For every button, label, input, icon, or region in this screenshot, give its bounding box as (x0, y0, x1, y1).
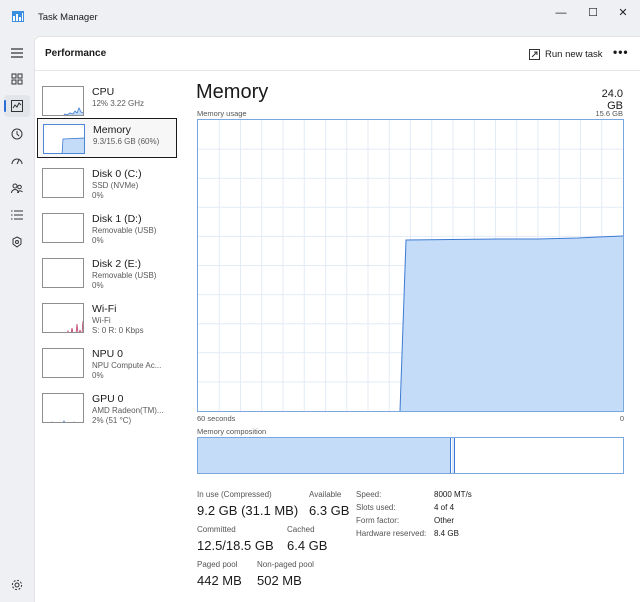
composition-in-use-segment (198, 438, 451, 473)
startup-apps-icon[interactable] (8, 152, 26, 170)
cpu-thumbnail-graph (42, 86, 84, 116)
memory-thumbnail-graph (43, 124, 85, 154)
details-icon[interactable] (8, 206, 26, 224)
device-item-wifi[interactable]: Wi-Fi Wi-Fi S: 0 R: 0 Kbps (37, 298, 177, 338)
device-name: Wi-Fi (92, 303, 117, 315)
disk-1-thumbnail-graph (42, 213, 84, 243)
slots-label: Slots used: (356, 503, 396, 512)
page-title: Performance (45, 48, 107, 59)
device-detail: Removable (USB) (92, 271, 157, 280)
device-name: Memory (93, 124, 131, 136)
close-button[interactable]: ✕ (608, 4, 638, 22)
settings-gear-icon[interactable] (8, 576, 26, 594)
device-detail: 12% 3.22 GHz (92, 99, 145, 108)
page-header: Performance Run new task ••• (35, 37, 640, 71)
device-detail: SSD (NVMe) (92, 181, 139, 190)
device-item-memory[interactable]: Memory 9.3/15.6 GB (60%) (37, 118, 177, 158)
run-task-icon (529, 48, 540, 60)
memory-composition-bar (197, 437, 624, 474)
device-item-cpu[interactable]: CPU 12% 3.22 GHz (37, 81, 177, 121)
memory-title: Memory (196, 81, 269, 103)
speed-value: 8000 MT/s (434, 490, 472, 499)
device-name: Disk 1 (D:) (92, 213, 142, 225)
disk-2-thumbnail-graph (42, 258, 84, 288)
run-new-task-button[interactable]: Run new task (529, 46, 603, 62)
task-manager-app-icon (12, 11, 24, 22)
composition-modified-segment (452, 438, 455, 473)
gpu-thumbnail-graph (42, 393, 84, 423)
disk-0-thumbnail-graph (42, 168, 84, 198)
memory-usage-max: 15.6 GB (595, 109, 623, 118)
cached-label: Cached (287, 525, 315, 534)
slots-value: 4 of 4 (434, 503, 455, 512)
app-history-icon[interactable] (8, 125, 26, 143)
run-new-task-label: Run new task (545, 48, 603, 60)
available-label: Available (309, 490, 342, 499)
nav-rail (0, 36, 34, 602)
services-icon[interactable] (8, 233, 26, 251)
committed-value: 12.5/18.5 GB (197, 538, 274, 553)
device-list: CPU 12% 3.22 GHz Memory 9.3/15.6 GB (60%… (35, 72, 187, 602)
device-usage: S: 0 R: 0 Kbps (92, 326, 144, 335)
device-detail: AMD Radeon(TM)... (92, 406, 164, 415)
content-pane: Performance Run new task ••• CPU 12% 3.2… (34, 36, 640, 602)
nonpaged-pool-label: Non-paged pool (257, 560, 314, 569)
device-detail: Wi-Fi (92, 316, 111, 325)
users-icon[interactable] (8, 179, 26, 197)
speed-label: Speed: (356, 490, 382, 499)
performance-icon[interactable] (4, 95, 30, 117)
device-name: CPU (92, 86, 115, 98)
device-usage: 0% (92, 371, 104, 380)
memory-usage-graph (197, 119, 624, 412)
paged-pool-value: 442 MB (197, 573, 242, 588)
minimize-button[interactable]: — (546, 4, 576, 22)
hardware-reserved-value: 8.4 GB (434, 529, 459, 538)
more-options-button[interactable]: ••• (613, 45, 629, 59)
processes-icon[interactable] (8, 70, 26, 88)
npu-thumbnail-graph (42, 348, 84, 378)
device-usage: 2% (51 °C) (92, 416, 132, 425)
form-factor-value: Other (434, 516, 455, 525)
device-detail: NPU Compute Ac... (92, 361, 162, 370)
form-factor-label: Form factor: (356, 516, 400, 525)
hamburger-menu-icon[interactable] (8, 44, 26, 62)
available-value: 6.3 GB (309, 503, 350, 518)
graph-time-right: 0 (619, 414, 624, 423)
device-item-gpu[interactable]: GPU 0 AMD Radeon(TM)... 2% (51 °C) (37, 388, 177, 428)
device-item-disk-0[interactable]: Disk 0 (C:) SSD (NVMe) 0% (37, 163, 177, 203)
nonpaged-pool-value: 502 MB (257, 573, 302, 588)
hardware-reserved-label: Hardware reserved: (356, 529, 427, 538)
device-name: GPU 0 (92, 393, 124, 405)
device-item-npu[interactable]: NPU 0 NPU Compute Ac... 0% (37, 343, 177, 383)
maximize-button[interactable]: ☐ (578, 4, 608, 22)
in-use-label: In use (Compressed) (197, 490, 272, 499)
device-usage: 0% (92, 236, 104, 245)
memory-usage-label: Memory usage (197, 109, 247, 118)
device-name: Disk 0 (C:) (92, 168, 142, 180)
device-usage: 0% (92, 281, 104, 290)
device-detail: 9.3/15.6 GB (60%) (93, 137, 160, 146)
memory-usage-area (400, 236, 623, 411)
title-bar: Task Manager — ☐ ✕ (0, 0, 640, 36)
device-name: NPU 0 (92, 348, 123, 360)
device-item-disk-1[interactable]: Disk 1 (D:) Removable (USB) 0% (37, 208, 177, 248)
device-name: Disk 2 (E:) (92, 258, 142, 270)
memory-composition-label: Memory composition (197, 427, 267, 436)
wifi-thumbnail-graph (42, 303, 84, 333)
committed-label: Committed (197, 525, 236, 534)
memory-usage-graph-svg (198, 120, 624, 412)
window-title: Task Manager (38, 12, 98, 23)
device-item-disk-2[interactable]: Disk 2 (E:) Removable (USB) 0% (37, 253, 177, 293)
device-usage: 0% (92, 191, 104, 200)
in-use-value: 9.2 GB (31.1 MB) (197, 503, 299, 518)
cached-value: 6.4 GB (287, 538, 328, 553)
paged-pool-label: Paged pool (197, 560, 238, 569)
graph-time-left: 60 seconds (197, 414, 236, 423)
device-detail: Removable (USB) (92, 226, 157, 235)
